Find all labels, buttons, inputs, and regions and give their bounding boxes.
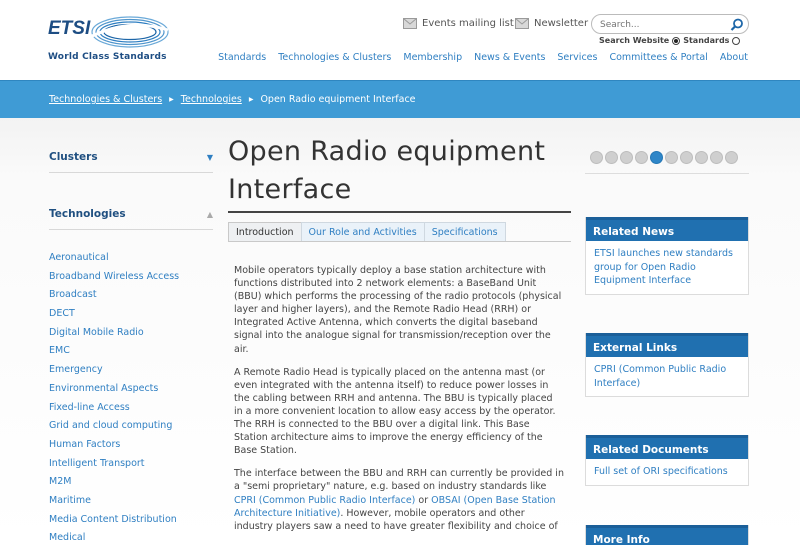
related-news-box: Related News ETSI launches new standards… [585, 217, 749, 295]
intro-paragraph-2: A Remote Radio Head is typically placed … [234, 366, 556, 457]
carousel-dot[interactable] [680, 151, 693, 164]
nav-technologies-clusters[interactable]: Technologies & Clusters [278, 52, 391, 63]
newsletter-label: Newsletter [534, 18, 589, 29]
external-links-heading: External Links [586, 333, 748, 357]
carousel-dot[interactable] [695, 151, 708, 164]
sidebar-item-media-content-distribution[interactable]: Media Content Distribution [49, 514, 179, 533]
breadcrumb-separator-icon: ▶ [248, 96, 254, 103]
related-documents-box: Related Documents Full set of ORI specif… [585, 435, 749, 486]
sidebar-item-dect[interactable]: DECT [49, 308, 179, 327]
logo-tagline: World Class Standards [48, 52, 167, 62]
intro-content: Mobile operators typically deploy a base… [234, 264, 564, 543]
related-documents-item[interactable]: Full set of ORI specifications [586, 459, 748, 485]
carousel-dot[interactable] [635, 151, 648, 164]
sidebar-item-environmental-aspects[interactable]: Environmental Aspects [49, 383, 179, 402]
carousel-dot[interactable] [665, 151, 678, 164]
cpri-link[interactable]: CPRI (Common Public Radio Interface) [234, 495, 415, 506]
technologies-toggle[interactable]: Technologies ▲ [49, 208, 213, 230]
chevron-up-icon: ▲ [206, 210, 213, 219]
chevron-down-icon: ▼ [206, 153, 213, 162]
sidebar-item-broadcast[interactable]: Broadcast [49, 289, 179, 308]
tab-specifications[interactable]: Specifications [423, 222, 506, 242]
para3-text-b: or [415, 494, 432, 506]
content-tabs: Introduction Our Role and Activities Spe… [228, 222, 506, 242]
newsletter-link[interactable]: Newsletter [515, 18, 588, 29]
sidebar-item-emergency[interactable]: Emergency [49, 364, 179, 383]
more-info-heading: More Info [586, 525, 748, 545]
more-info-box: More Info [585, 525, 749, 545]
events-mailing-label: Events mailing list [422, 18, 514, 29]
external-links-item[interactable]: CPRI (Common Public Radio Interface) [586, 357, 748, 396]
nav-about[interactable]: About [720, 52, 748, 63]
carousel-divider [585, 173, 749, 174]
breadcrumb-technologies-clusters[interactable]: Technologies & Clusters [49, 94, 162, 105]
carousel-dot[interactable] [725, 151, 738, 164]
page-title-line1: Open Radio equipment [228, 136, 546, 167]
sidebar-item-broadband-wireless-access[interactable]: Broadband Wireless Access [49, 271, 179, 290]
search-standards-label: Standards [683, 36, 730, 45]
search-website-radio[interactable] [672, 36, 681, 45]
search-box [591, 14, 749, 34]
search-scope-options: Search Website Standards [599, 36, 741, 45]
search-icon[interactable] [730, 18, 744, 32]
sidebar-item-intelligent-transport[interactable]: Intelligent Transport [49, 458, 179, 477]
nav-services[interactable]: Services [557, 52, 597, 63]
intro-paragraph-3: The interface between the BBU and RRH ca… [234, 467, 564, 532]
sidebar-item-human-factors[interactable]: Human Factors [49, 439, 179, 458]
carousel-pager [590, 151, 738, 164]
sidebar-item-grid-cloud-computing[interactable]: Grid and cloud computing [49, 420, 179, 439]
breadcrumb-current: Open Radio equipment Interface [260, 94, 416, 105]
nav-committees-portal[interactable]: Committees & Portal [609, 52, 707, 63]
carousel-dot[interactable] [620, 151, 633, 164]
carousel-dot[interactable] [590, 151, 603, 164]
intro-paragraph-1: Mobile operators typically deploy a base… [234, 265, 562, 355]
technologies-list: Aeronautical Broadband Wireless Access B… [49, 252, 179, 545]
carousel-dot[interactable] [710, 151, 723, 164]
search-website-label: Search Website [599, 36, 670, 45]
external-links-box: External Links CPRI (Common Public Radio… [585, 333, 749, 397]
related-news-heading: Related News [586, 217, 748, 241]
sidebar-item-emc[interactable]: EMC [49, 345, 179, 364]
sidebar-item-digital-mobile-radio[interactable]: Digital Mobile Radio [49, 327, 179, 346]
sidebar-item-aeronautical[interactable]: Aeronautical [49, 252, 179, 271]
carousel-dot[interactable] [605, 151, 618, 164]
newsletter-icon [515, 18, 529, 29]
breadcrumb: Technologies & Clusters ▶ Technologies ▶… [49, 94, 416, 105]
tab-our-role-activities[interactable]: Our Role and Activities [300, 222, 425, 242]
breadcrumb-bar: Technologies & Clusters ▶ Technologies ▶… [0, 80, 800, 118]
tabs-divider [228, 241, 571, 242]
search-standards-radio[interactable] [732, 36, 741, 45]
clusters-toggle[interactable]: Clusters ▼ [49, 151, 213, 173]
clusters-heading: Clusters [49, 151, 98, 163]
site-header: ETSI World Class Standards Events mailin… [0, 0, 800, 80]
breadcrumb-technologies[interactable]: Technologies [181, 94, 242, 105]
main-nav: Standards Technologies & Clusters Member… [218, 52, 748, 63]
technologies-heading: Technologies [49, 208, 126, 220]
search-input[interactable] [600, 18, 728, 31]
logo-text: ETSI [48, 18, 91, 39]
title-divider [228, 211, 571, 213]
page-title: Open Radio equipment Interface [228, 133, 568, 209]
sidebar-item-m2m[interactable]: M2M [49, 476, 179, 495]
envelope-icon [403, 18, 417, 29]
events-mailing-link[interactable]: Events mailing list [403, 18, 514, 29]
nav-standards[interactable]: Standards [218, 52, 266, 63]
sidebar-item-maritime[interactable]: Maritime [49, 495, 179, 514]
nav-news-events[interactable]: News & Events [474, 52, 545, 63]
sidebar-item-fixed-line-access[interactable]: Fixed-line Access [49, 402, 179, 421]
para3-text-a: The interface between the BBU and RRH ca… [234, 468, 564, 493]
tab-introduction[interactable]: Introduction [228, 222, 302, 242]
related-news-item[interactable]: ETSI launches new standards group for Op… [586, 241, 748, 294]
sidebar-item-medical[interactable]: Medical [49, 532, 179, 545]
breadcrumb-separator-icon: ▶ [169, 96, 174, 103]
nav-membership[interactable]: Membership [403, 52, 462, 63]
page-title-line2: Interface [228, 174, 352, 205]
carousel-dot[interactable] [650, 151, 663, 164]
related-documents-heading: Related Documents [586, 435, 748, 459]
